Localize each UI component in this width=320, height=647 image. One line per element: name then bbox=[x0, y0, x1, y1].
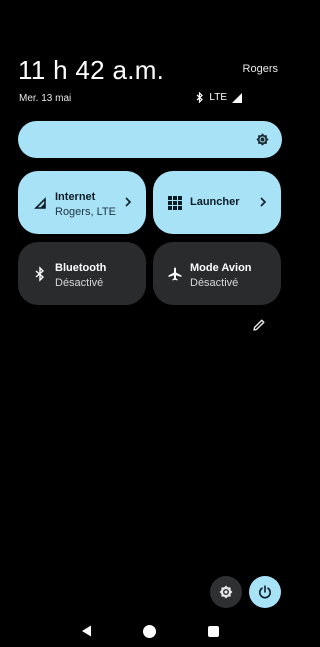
tile-bluetooth[interactable]: Bluetooth Désactivé bbox=[18, 242, 146, 305]
cellular-signal-icon bbox=[34, 197, 46, 209]
brightness-icon bbox=[256, 133, 269, 146]
gear-icon bbox=[219, 585, 233, 599]
power-icon bbox=[259, 585, 271, 599]
tile-title: Internet bbox=[55, 191, 96, 203]
edit-pencil-icon[interactable] bbox=[252, 318, 266, 332]
status-icons: LTE bbox=[196, 92, 242, 103]
home-icon[interactable] bbox=[143, 625, 156, 638]
tile-internet[interactable]: Internet Rogers, LTE bbox=[18, 171, 146, 234]
network-type-label: LTE bbox=[209, 92, 227, 103]
recents-icon[interactable] bbox=[208, 626, 219, 637]
tile-launcher[interactable]: Launcher bbox=[153, 171, 281, 234]
signal-icon bbox=[232, 92, 242, 103]
tile-subtitle: Rogers, LTE bbox=[55, 206, 116, 218]
navigation-bar bbox=[0, 615, 290, 647]
tile-subtitle: Désactivé bbox=[55, 277, 104, 289]
quick-settings-panel: 11 h 42 a.m. Rogers Mer. 13 mai LTE Inte… bbox=[0, 0, 290, 647]
back-icon[interactable] bbox=[80, 624, 94, 638]
carrier-name: Rogers bbox=[242, 63, 278, 75]
grid-icon bbox=[168, 196, 182, 210]
bluetooth-icon bbox=[35, 266, 45, 282]
date[interactable]: Mer. 13 mai bbox=[19, 93, 71, 104]
settings-button[interactable] bbox=[210, 576, 242, 608]
clock[interactable]: 11 h 42 a.m. bbox=[18, 54, 164, 86]
chevron-right-icon bbox=[260, 197, 267, 207]
tile-title: Launcher bbox=[190, 196, 240, 208]
chevron-right-icon bbox=[125, 197, 132, 207]
tile-airplane-mode[interactable]: Mode Avion Désactivé bbox=[153, 242, 281, 305]
brightness-slider[interactable] bbox=[18, 121, 282, 158]
tile-title: Mode Avion bbox=[190, 262, 252, 274]
bluetooth-status-icon bbox=[196, 92, 204, 103]
tile-subtitle: Désactivé bbox=[190, 277, 239, 289]
power-button[interactable] bbox=[249, 576, 281, 608]
tile-title: Bluetooth bbox=[55, 262, 107, 274]
airplane-icon bbox=[168, 267, 182, 281]
